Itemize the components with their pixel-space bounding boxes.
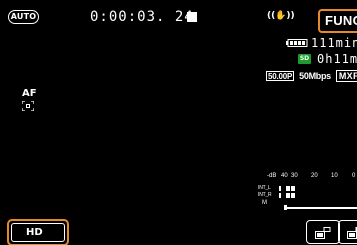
scale-label: 30 — [291, 173, 298, 179]
scale-label: -dB — [267, 173, 277, 179]
picture-in-picture-icon — [315, 227, 331, 239]
auto-mode-badge[interactable]: AUTO — [8, 10, 39, 24]
record-time-remaining: 0h11min — [317, 52, 357, 66]
zoom-wide-button[interactable] — [306, 220, 340, 244]
meter-segment — [286, 192, 290, 198]
battery-status: 111min — [286, 37, 357, 49]
audio-meter-scale: -dB 40 30 20 10 0 — [267, 172, 357, 180]
timecode: 0:00:03. 24 — [90, 9, 194, 25]
meter-segment — [279, 185, 281, 191]
hd-button-label: HD — [11, 223, 65, 242]
channel-left-label: INT_L — [258, 185, 271, 191]
picture-in-picture-icon — [347, 227, 357, 239]
scale-label: 10 — [331, 173, 338, 179]
scale-label: 40 — [281, 173, 288, 179]
audio-level-meter: -dB 40 30 20 10 0 INT_L INT_R M — [258, 172, 357, 217]
monitor-label: M — [262, 200, 267, 206]
af-frame-icon — [22, 101, 34, 111]
headphone-volume-bar — [284, 205, 357, 210]
scale-label: 0 — [352, 173, 356, 179]
battery-remaining: 111min — [311, 36, 357, 50]
meter-segment — [291, 192, 295, 198]
frame-rate: 50.00P — [266, 71, 295, 81]
autofocus-label: AF — [22, 88, 37, 99]
camera-viewfinder: AUTO 0:00:03. 24 ((✋)) FUNC. 111min SD 0… — [0, 0, 357, 245]
meter-segment — [291, 185, 295, 191]
func-button[interactable]: FUNC. — [318, 9, 357, 33]
recording-format: 50.00P 50Mbps MXF — [266, 70, 357, 82]
channel-right-meter — [279, 192, 296, 198]
sd-card-icon: SD — [298, 54, 311, 64]
channel-right-label: INT_R — [258, 192, 272, 198]
zoom-tele-button[interactable] — [338, 220, 357, 244]
channel-left-meter — [279, 185, 296, 191]
volume-knob — [284, 205, 287, 210]
meter-segment — [286, 185, 290, 191]
scale-label: 20 — [311, 173, 318, 179]
hd-button[interactable]: HD — [7, 219, 69, 245]
media-status: SD 0h11min — [298, 53, 357, 65]
meter-segment — [279, 192, 281, 198]
bitrate: 50Mbps — [299, 71, 331, 81]
codec: MXF — [335, 70, 357, 82]
battery-icon — [286, 39, 308, 47]
image-stabilizer-icon: ((✋)) — [267, 11, 295, 21]
stop-status-icon — [187, 12, 197, 22]
